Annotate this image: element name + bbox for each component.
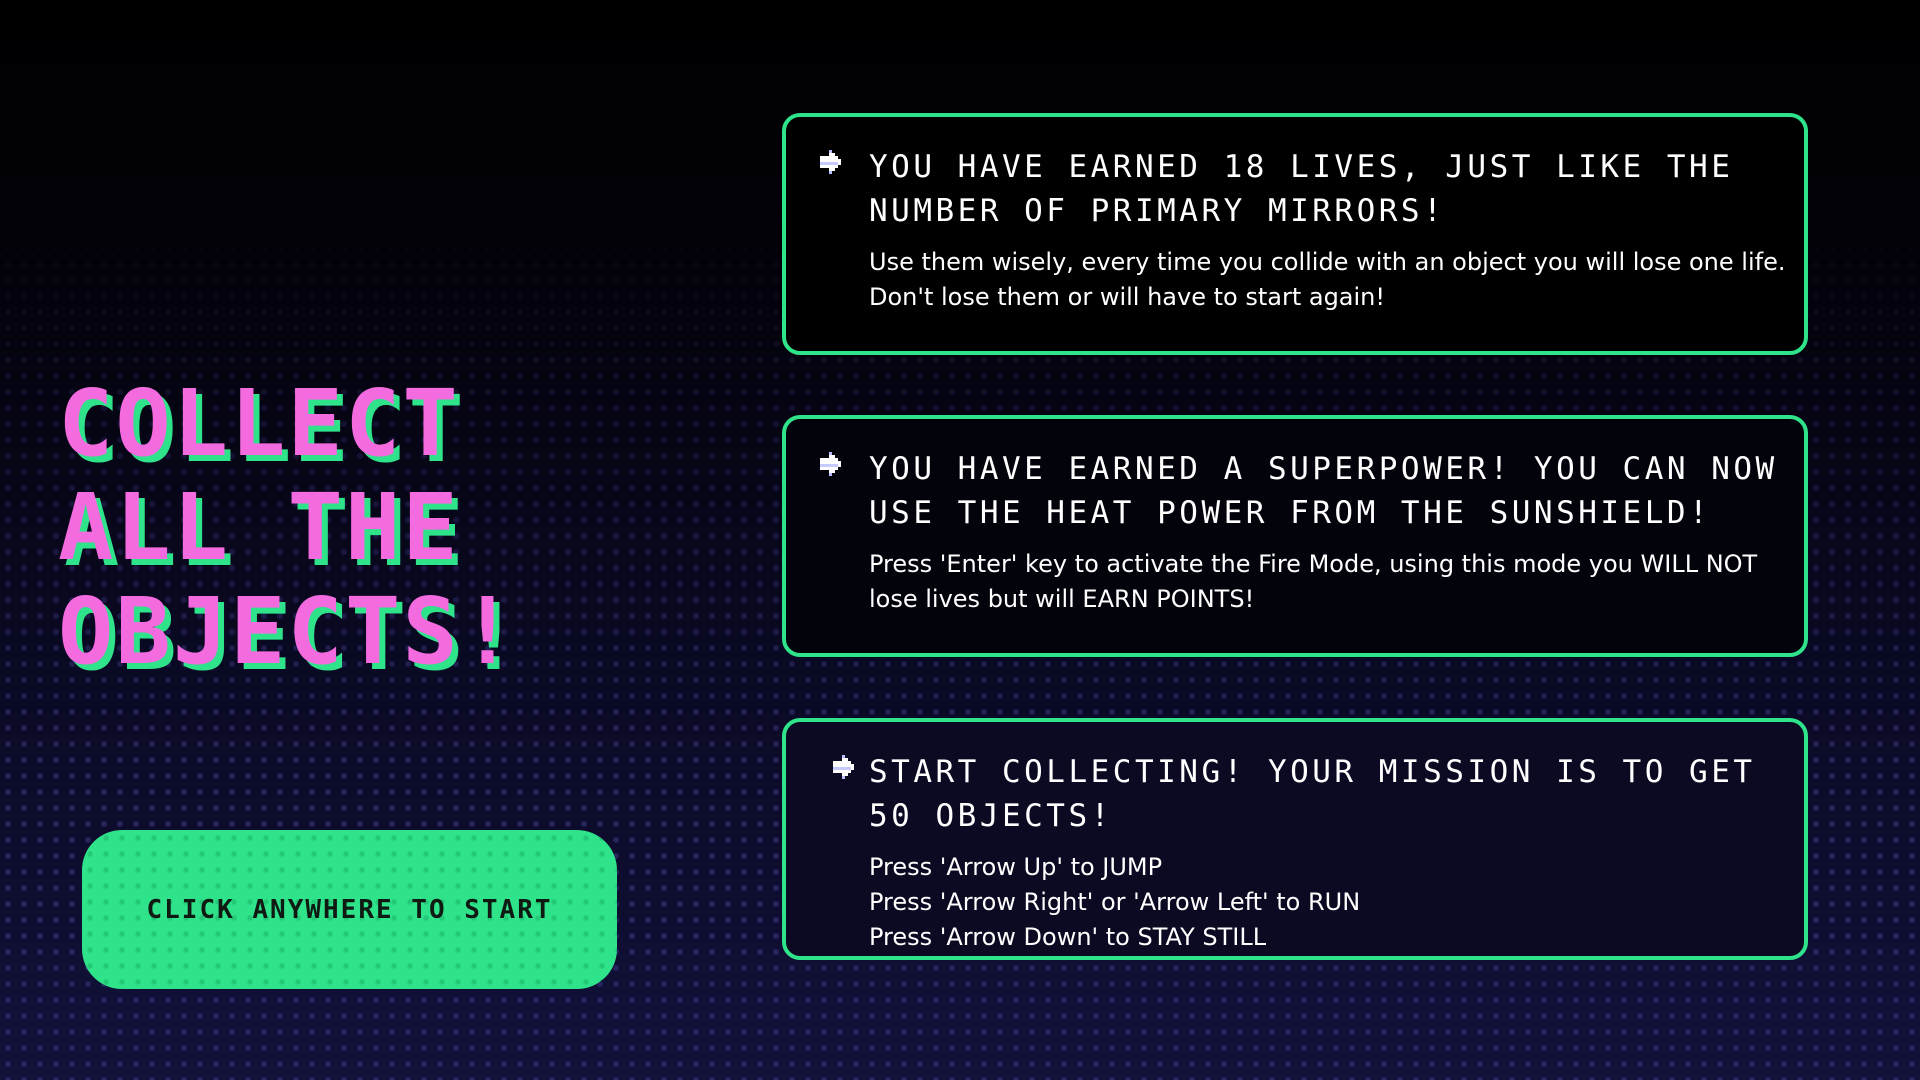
info-card-superpower: YOU HAVE EARNED A SUPERPOWER! YOU CAN NO… — [782, 415, 1808, 657]
card-body: Use them wisely, every time you collide … — [869, 245, 1789, 315]
card-body-line: Use them wisely, every time you collide … — [869, 248, 1786, 311]
card-title: YOU HAVE EARNED 18 LIVES, JUST LIKE THE … — [869, 149, 1734, 229]
card-title: START COLLECTING! YOUR MISSION IS TO GET… — [869, 754, 1756, 834]
card-body-line: Press 'Arrow Right' or 'Arrow Left' to R… — [869, 888, 1361, 916]
headline-line: COLLECT — [58, 370, 460, 477]
headline: COLLECT ALL THE OBJECTS! — [58, 372, 678, 684]
info-card-lives: YOU HAVE EARNED 18 LIVES, JUST LIKE THE … — [782, 113, 1808, 355]
headline-line: OBJECTS! — [58, 578, 518, 685]
info-card-mission: START COLLECTING! YOUR MISSION IS TO GET… — [782, 718, 1808, 960]
headline-line: ALL THE — [58, 474, 460, 581]
card-body-line: Press 'Arrow Down' to STAY STILL — [869, 923, 1267, 951]
pixel-arrow-icon — [820, 452, 841, 476]
game-start-screen[interactable]: COLLECT ALL THE OBJECTS! CLICK ANYWHERE … — [0, 0, 1920, 1080]
pixel-arrow-icon — [833, 755, 854, 779]
start-button-label: CLICK ANYWHERE TO START — [146, 894, 553, 925]
pixel-arrow-icon — [820, 150, 841, 174]
card-body: Press 'Arrow Up' to JUMP Press 'Arrow Ri… — [869, 850, 1789, 955]
card-title: YOU HAVE EARNED A SUPERPOWER! YOU CAN NO… — [869, 451, 1778, 531]
card-body-line: Press 'Arrow Up' to JUMP — [869, 853, 1163, 881]
card-body-line: Press 'Enter' key to activate the Fire M… — [869, 550, 1758, 613]
card-body: Press 'Enter' key to activate the Fire M… — [869, 547, 1789, 617]
start-button[interactable]: CLICK ANYWHERE TO START — [82, 830, 617, 989]
